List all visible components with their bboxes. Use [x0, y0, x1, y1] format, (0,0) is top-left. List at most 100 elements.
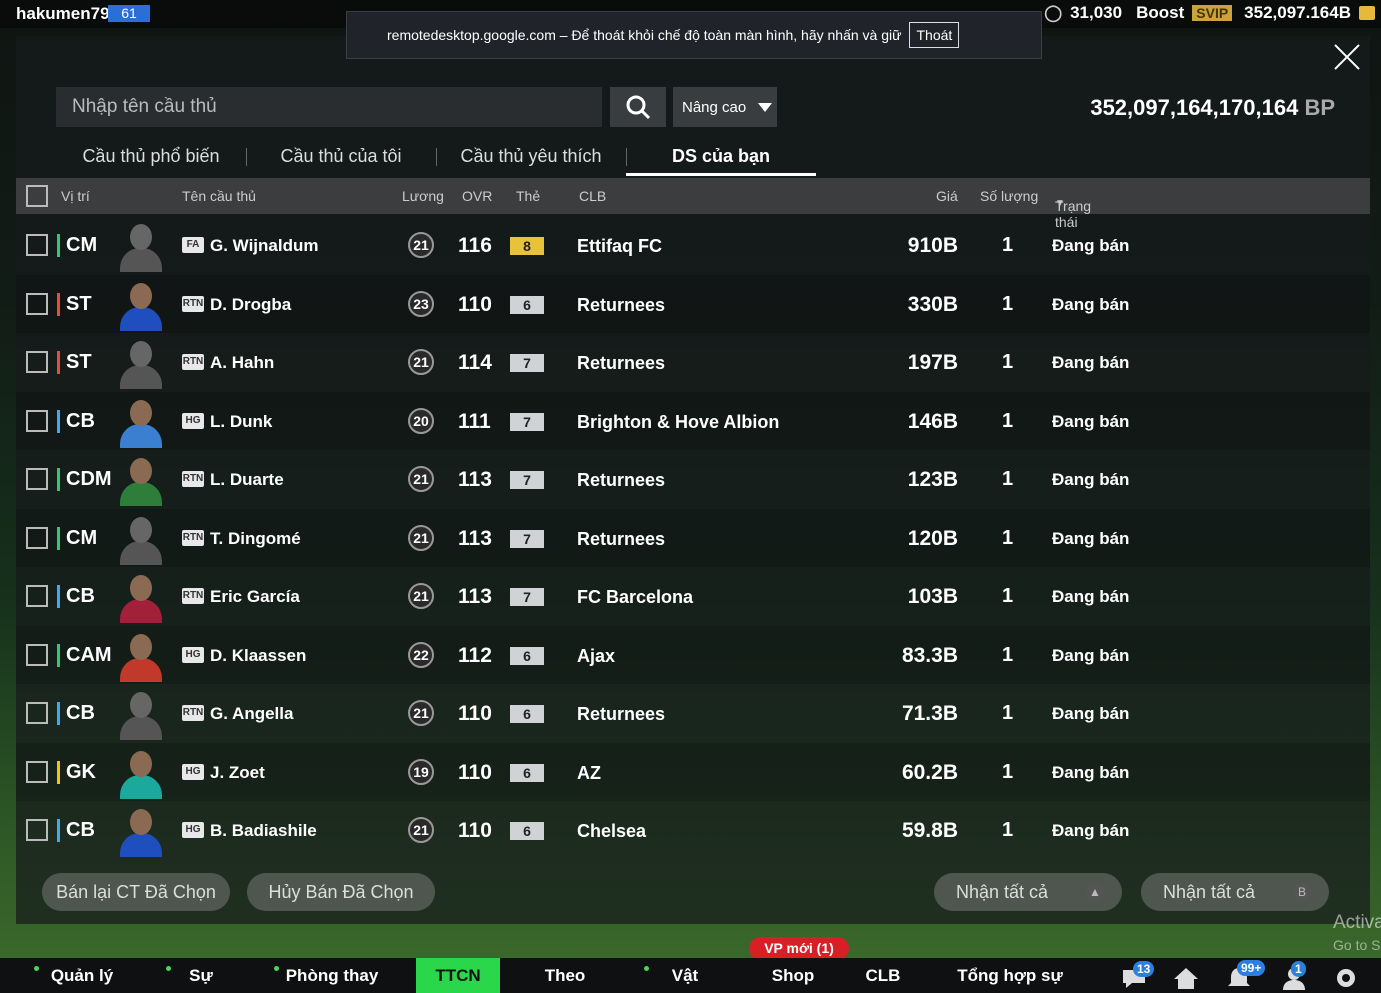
exit-fullscreen-button[interactable]: Thoát — [909, 22, 960, 48]
player-avatar — [116, 279, 166, 331]
player-name[interactable]: D. Drogba — [210, 295, 291, 315]
table-row[interactable]: ST RTN D. Drogba 23 110 6 Returnees 330B 1 Đang b… — [16, 274, 1370, 333]
row-checkbox[interactable] — [26, 292, 48, 315]
player-ovr: 113 — [458, 526, 492, 550]
table-row[interactable]: GK HG J. Zoet 19 110 6 AZ 60.2B 1 Đang bán — [16, 742, 1370, 801]
row-checkbox[interactable] — [26, 351, 48, 373]
advanced-filter-dropdown[interactable]: Nâng cao — [673, 87, 777, 127]
table-row[interactable]: CB HG L. Dunk 20 111 7 Brighton & Hove Albion 1… — [16, 391, 1370, 450]
row-checkbox[interactable] — [26, 760, 48, 783]
player-name[interactable]: A. Hahn — [210, 353, 274, 373]
close-icon[interactable] — [1332, 42, 1362, 72]
column-position: Vị trí — [61, 188, 90, 204]
table-row[interactable]: ST RTN A. Hahn 21 114 7 Returnees 197B 1 Đang bán — [16, 333, 1370, 391]
row-checkbox[interactable] — [26, 234, 48, 256]
player-club: Returnees — [577, 294, 666, 315]
player-ovr: 113 — [458, 585, 492, 608]
player-wage: 19 — [408, 758, 434, 785]
table-row[interactable]: CAM HG D. Klaassen 22 112 6 Ajax 83.3B 1 Đang bán — [16, 625, 1370, 684]
player-wage: 21 — [408, 349, 434, 375]
nav-watchlist[interactable]: Theo dõi — [530, 958, 600, 993]
player-quantity: 1 — [1002, 643, 1014, 666]
new-item-badge[interactable]: VP mới (1) — [749, 937, 849, 960]
nav-locker-room[interactable]: Phòng thay đồ — [274, 958, 384, 993]
row-checkbox[interactable] — [26, 585, 48, 607]
listing-status: Đang bán — [1052, 411, 1130, 431]
listing-status: Đang bán — [1052, 528, 1130, 548]
search-button[interactable] — [610, 87, 666, 127]
table-row[interactable]: CB HG B. Badiashile 21 110 6 Chelsea 59.8B 1 Đang… — [16, 801, 1370, 859]
player-price: 71.3B — [901, 702, 958, 725]
claim-all-bp-button[interactable]: Nhận tất cả B — [1141, 873, 1329, 911]
season-badge: HG — [182, 412, 204, 429]
listing-status: Đang bán — [1052, 236, 1130, 255]
tab-my-listings[interactable]: DS của bạn — [626, 138, 816, 176]
player-position: CDM — [57, 468, 112, 491]
card-grade: 8 — [510, 237, 544, 255]
player-name[interactable]: T. Dingomé — [210, 529, 301, 549]
column-quantity: Số lượng — [980, 188, 1039, 204]
row-checkbox[interactable] — [26, 819, 48, 841]
svip-badge: SVIP — [1192, 5, 1233, 21]
advanced-filter-label: Nâng cao — [682, 98, 747, 116]
column-club: CLB — [579, 188, 607, 204]
player-name[interactable]: L. Dunk — [210, 412, 272, 432]
shirt-icon: ▲ — [1086, 883, 1104, 901]
table-row[interactable]: CM FA G. Wijnaldum 21 116 8 Ettifaq FC 910B 1 Đan… — [16, 216, 1370, 274]
player-name[interactable]: D. Klaassen — [210, 646, 306, 666]
nav-squad-management[interactable]: Quản lý CT — [34, 958, 124, 993]
listing-status: Đang bán — [1052, 470, 1130, 489]
tab-favorite-players[interactable]: Cầu thủ yêu thích — [436, 138, 626, 176]
select-all-checkbox[interactable] — [26, 185, 48, 207]
player-name[interactable]: J. Zoet — [210, 763, 265, 783]
home-icon[interactable] — [1172, 966, 1200, 990]
table-row[interactable]: CM RTN T. Dingomé 21 113 7 Returnees 120B 1 Đang … — [16, 508, 1370, 567]
player-position: CM — [57, 234, 97, 257]
player-price: 146B — [907, 409, 958, 433]
player-price: 120B — [907, 526, 958, 550]
nav-label: Vật phẩm — [671, 966, 699, 985]
player-name[interactable]: G. Wijnaldum — [210, 236, 318, 256]
player-name[interactable]: B. Badiashile — [210, 821, 317, 841]
row-checkbox[interactable] — [26, 409, 48, 432]
player-price: 83.3B — [901, 643, 958, 667]
notification-count-badge: 99+ — [1237, 960, 1266, 976]
settings-gear-icon[interactable] — [1332, 966, 1360, 990]
player-position: CM — [57, 526, 97, 550]
row-checkbox[interactable] — [26, 468, 48, 490]
currency-bar: ◯ 31,030 Boost SVIP 352,097.164B — [1044, 3, 1375, 23]
claim-all-shirts-button[interactable]: Nhận tất cả ▲ — [934, 873, 1122, 911]
nav-club[interactable]: CLB — [860, 958, 906, 993]
season-badge: RTN — [182, 705, 204, 721]
claim-all-label-2: Nhận tất cả — [1163, 881, 1256, 902]
player-name[interactable]: L. Duarte — [210, 470, 284, 490]
nav-event-summary[interactable]: Tổng hợp sự kiện — [950, 958, 1070, 993]
claim-all-label: Nhận tất cả — [956, 881, 1049, 902]
player-position: CB — [57, 585, 95, 608]
nav-items[interactable]: Vật phẩm — [644, 958, 720, 993]
player-name[interactable]: Eric García — [210, 587, 300, 607]
cancel-selected-label: Hủy Bán Đã Chọn — [268, 881, 414, 902]
row-checkbox[interactable] — [26, 702, 48, 724]
card-grade: 6 — [510, 763, 544, 782]
player-club: FC Barcelona — [577, 587, 694, 607]
player-price: 123B — [907, 468, 958, 491]
nav-events[interactable]: Sự kiện — [166, 958, 230, 993]
cancel-selected-button[interactable]: Hủy Bán Đã Chọn — [247, 873, 435, 911]
player-wage: 21 — [408, 524, 434, 551]
table-row[interactable]: CB RTN Eric García 21 113 7 FC Barcelona 103B 1 Đ… — [16, 567, 1370, 625]
table-row[interactable]: CB RTN G. Angella 21 110 6 Returnees 71.3B 1 Đang… — [16, 684, 1370, 742]
bp-total: 352,097,164,170,164 BP — [1090, 95, 1335, 121]
row-checkbox[interactable] — [26, 643, 48, 666]
nav-label: Quản lý CT — [50, 966, 114, 985]
table-row[interactable]: CDM RTN L. Duarte 21 113 7 Returnees 123B 1 Đang … — [16, 450, 1370, 508]
player-search-input[interactable] — [56, 87, 602, 127]
player-club: Ajax — [577, 645, 616, 666]
tab-my-players[interactable]: Cầu thủ của tôi — [246, 138, 436, 176]
tab-popular-players[interactable]: Cầu thủ phổ biến — [56, 138, 246, 176]
row-checkbox[interactable] — [26, 526, 48, 549]
resell-selected-button[interactable]: Bán lại CT Đã Chọn — [42, 873, 230, 911]
nav-transfer-market[interactable]: TTCN — [416, 958, 500, 993]
nav-shop[interactable]: Shop — [768, 958, 818, 993]
player-name[interactable]: G. Angella — [210, 704, 293, 724]
